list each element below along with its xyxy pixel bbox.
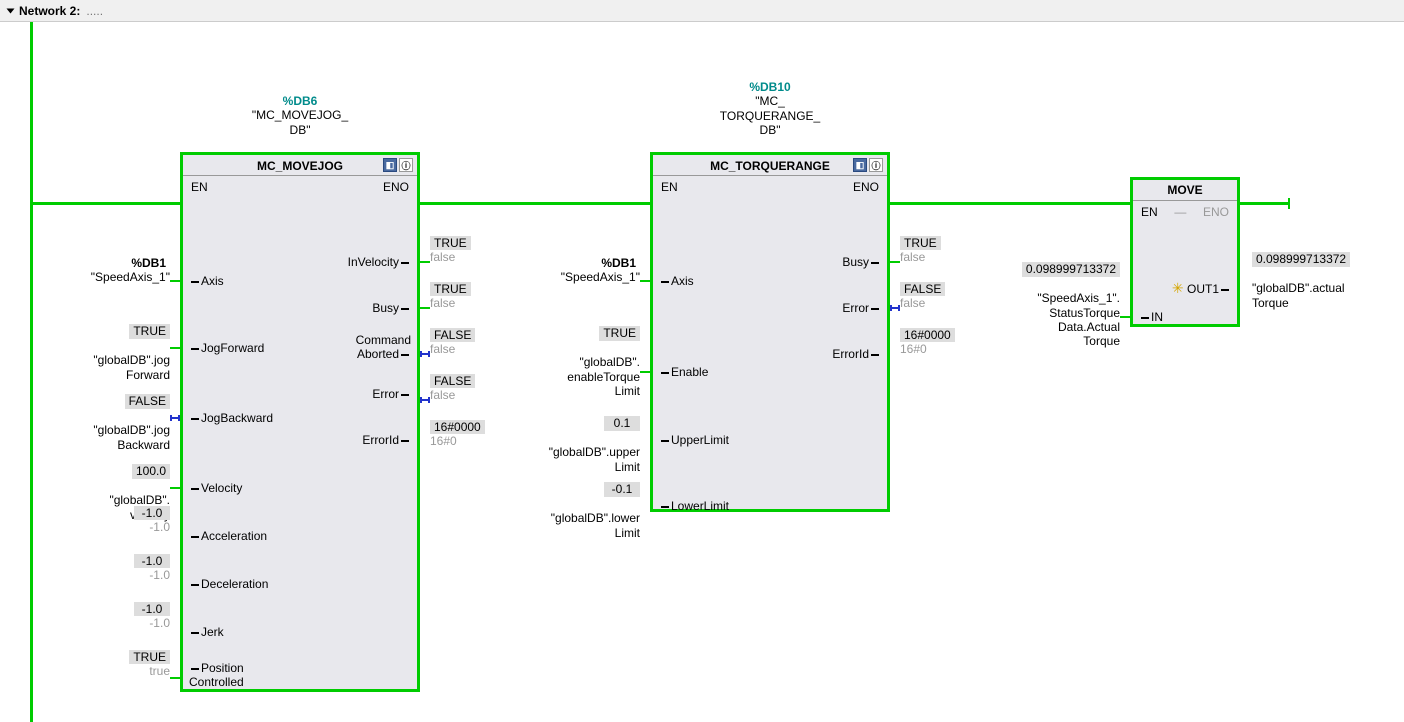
out-errid2: 16#0000 16#0 xyxy=(900,328,955,357)
info-icon[interactable]: ⓘ xyxy=(399,158,413,172)
conn xyxy=(170,417,180,419)
tag-posctrl: TRUE true xyxy=(110,650,170,679)
block-mc-torquerange[interactable]: MC_TORQUERANGE ◧ ⓘ EN ENO Axis Enable Up… xyxy=(650,152,890,512)
pin-upper: UpperLimit xyxy=(659,433,729,447)
block-move[interactable]: MOVE EN — ENO ✳ OUT1 IN xyxy=(1130,177,1240,327)
pin-jogfwd: JogForward xyxy=(189,341,264,355)
tag-upper: 0.1 "globalDB".upper Limit xyxy=(530,402,640,474)
db-icon[interactable]: ◧ xyxy=(383,158,397,172)
block-mc-movejog[interactable]: MC_MOVEJOG ◧ ⓘ EN ENO Axis JogForward Jo… xyxy=(180,152,420,692)
pin-error2: Error xyxy=(842,301,881,315)
block1-title: MC_MOVEJOG ◧ ⓘ xyxy=(183,155,417,176)
pin-cmdab: Command Aborted xyxy=(356,333,411,361)
tag-decel: -1.0 -1.0 xyxy=(110,554,170,583)
move-in: IN xyxy=(1139,310,1163,324)
pin-busy1: Busy xyxy=(372,301,411,315)
rail-to-block1 xyxy=(30,202,180,205)
block2-icons: ◧ ⓘ xyxy=(853,158,883,172)
tag-jerk: -1.0 -1.0 xyxy=(110,602,170,631)
conn xyxy=(170,347,180,349)
conn xyxy=(1120,316,1130,318)
conn xyxy=(890,307,900,309)
pin-invel: InVelocity xyxy=(348,255,411,269)
pin-decel: Deceleration xyxy=(189,577,268,591)
block2-title: MC_TORQUERANGE ◧ ⓘ xyxy=(653,155,887,176)
network-header[interactable]: Network 2: ..... xyxy=(0,0,1404,22)
pin-errid2: ErrorId xyxy=(832,347,881,361)
out-busy2: TRUE false xyxy=(900,236,941,265)
pin-lower: LowerLimit xyxy=(659,499,729,513)
pin-posctrl: Position Controlled xyxy=(189,661,244,689)
pin-jerk: Jerk xyxy=(189,625,224,639)
db-icon[interactable]: ◧ xyxy=(853,158,867,172)
conn xyxy=(170,677,180,679)
block2-db-id: %DB10 xyxy=(700,80,840,94)
move-title: MOVE xyxy=(1133,180,1237,201)
move-eno-dash: — xyxy=(1174,205,1186,219)
tag-enable: TRUE "globalDB". enableTorque Limit xyxy=(530,312,640,398)
rail-end xyxy=(1288,198,1290,209)
power-rail xyxy=(30,22,33,722)
pin-axis2: Axis xyxy=(659,274,694,288)
eno2-to-move xyxy=(890,202,1130,205)
block2-en: EN xyxy=(661,180,678,194)
block2-db-header: %DB10 "MC_ TORQUERANGE_ DB" xyxy=(700,80,840,138)
info-icon[interactable]: ⓘ xyxy=(869,158,883,172)
network-label: Network 2: xyxy=(19,4,80,18)
conn xyxy=(420,399,430,401)
conn xyxy=(170,487,180,489)
block2-eno: ENO xyxy=(853,180,879,194)
move-eno-out xyxy=(1240,202,1290,205)
out-error2: FALSE false xyxy=(900,282,945,311)
conn xyxy=(640,280,650,282)
block1-db-id: %DB6 xyxy=(230,94,370,108)
move-out1: ✳ OUT1 xyxy=(1172,280,1231,297)
collapse-icon[interactable] xyxy=(7,8,15,13)
out-error1: FALSE false xyxy=(430,374,475,403)
pin-velocity: Velocity xyxy=(189,481,242,495)
block1-db-header: %DB6 "MC_MOVEJOG_ DB" xyxy=(230,94,370,137)
conn xyxy=(420,307,430,309)
block1-eno: ENO xyxy=(383,180,409,194)
tag-move-out: 0.098999713372 "globalDB".actual Torque xyxy=(1252,238,1372,310)
tag-axis1: %DB1 "SpeedAxis_1" xyxy=(60,256,170,285)
tag-jogfwd: TRUE "globalDB".jog Forward xyxy=(60,310,170,382)
pin-axis: Axis xyxy=(189,274,224,288)
tag-jogbwd: FALSE "globalDB".jog Backward xyxy=(60,380,170,452)
block1-icons: ◧ ⓘ xyxy=(383,158,413,172)
tag-accel: -1.0 -1.0 xyxy=(110,506,170,535)
network-comment: ..... xyxy=(86,4,103,18)
pin-busy2: Busy xyxy=(842,255,881,269)
eno1-to-en2 xyxy=(420,202,650,205)
out-busy1: TRUE false xyxy=(430,282,471,311)
out-cmdab: FALSE false xyxy=(430,328,475,357)
move-en: EN xyxy=(1141,205,1158,219)
block2-db-name: "MC_ TORQUERANGE_ DB" xyxy=(700,94,840,137)
tag-axis2: %DB1 "SpeedAxis_1" xyxy=(530,256,640,285)
pin-jogbwd: JogBackward xyxy=(189,411,273,425)
out-errid1: 16#0000 16#0 xyxy=(430,420,485,449)
conn xyxy=(170,280,180,282)
pin-error1: Error xyxy=(372,387,411,401)
move-eno: ENO xyxy=(1203,205,1229,219)
conn xyxy=(420,261,430,263)
block1-db-name: "MC_MOVEJOG_ DB" xyxy=(230,108,370,137)
ladder-canvas: %DB6 "MC_MOVEJOG_ DB" MC_MOVEJOG ◧ ⓘ EN … xyxy=(0,22,1404,715)
tag-lower: -0.1 "globalDB".lower Limit xyxy=(530,468,640,540)
conn xyxy=(420,353,430,355)
pin-accel: Acceleration xyxy=(189,529,267,543)
block1-en: EN xyxy=(191,180,208,194)
conn xyxy=(890,261,900,263)
conn xyxy=(640,371,650,373)
tag-move-in: 0.098999713372 "SpeedAxis_1". StatusTorq… xyxy=(1000,248,1120,349)
pin-enable: Enable xyxy=(659,365,708,379)
pin-errid1: ErrorId xyxy=(362,433,411,447)
star-icon: ✳ xyxy=(1172,280,1184,296)
out-invel: TRUE false xyxy=(430,236,471,265)
